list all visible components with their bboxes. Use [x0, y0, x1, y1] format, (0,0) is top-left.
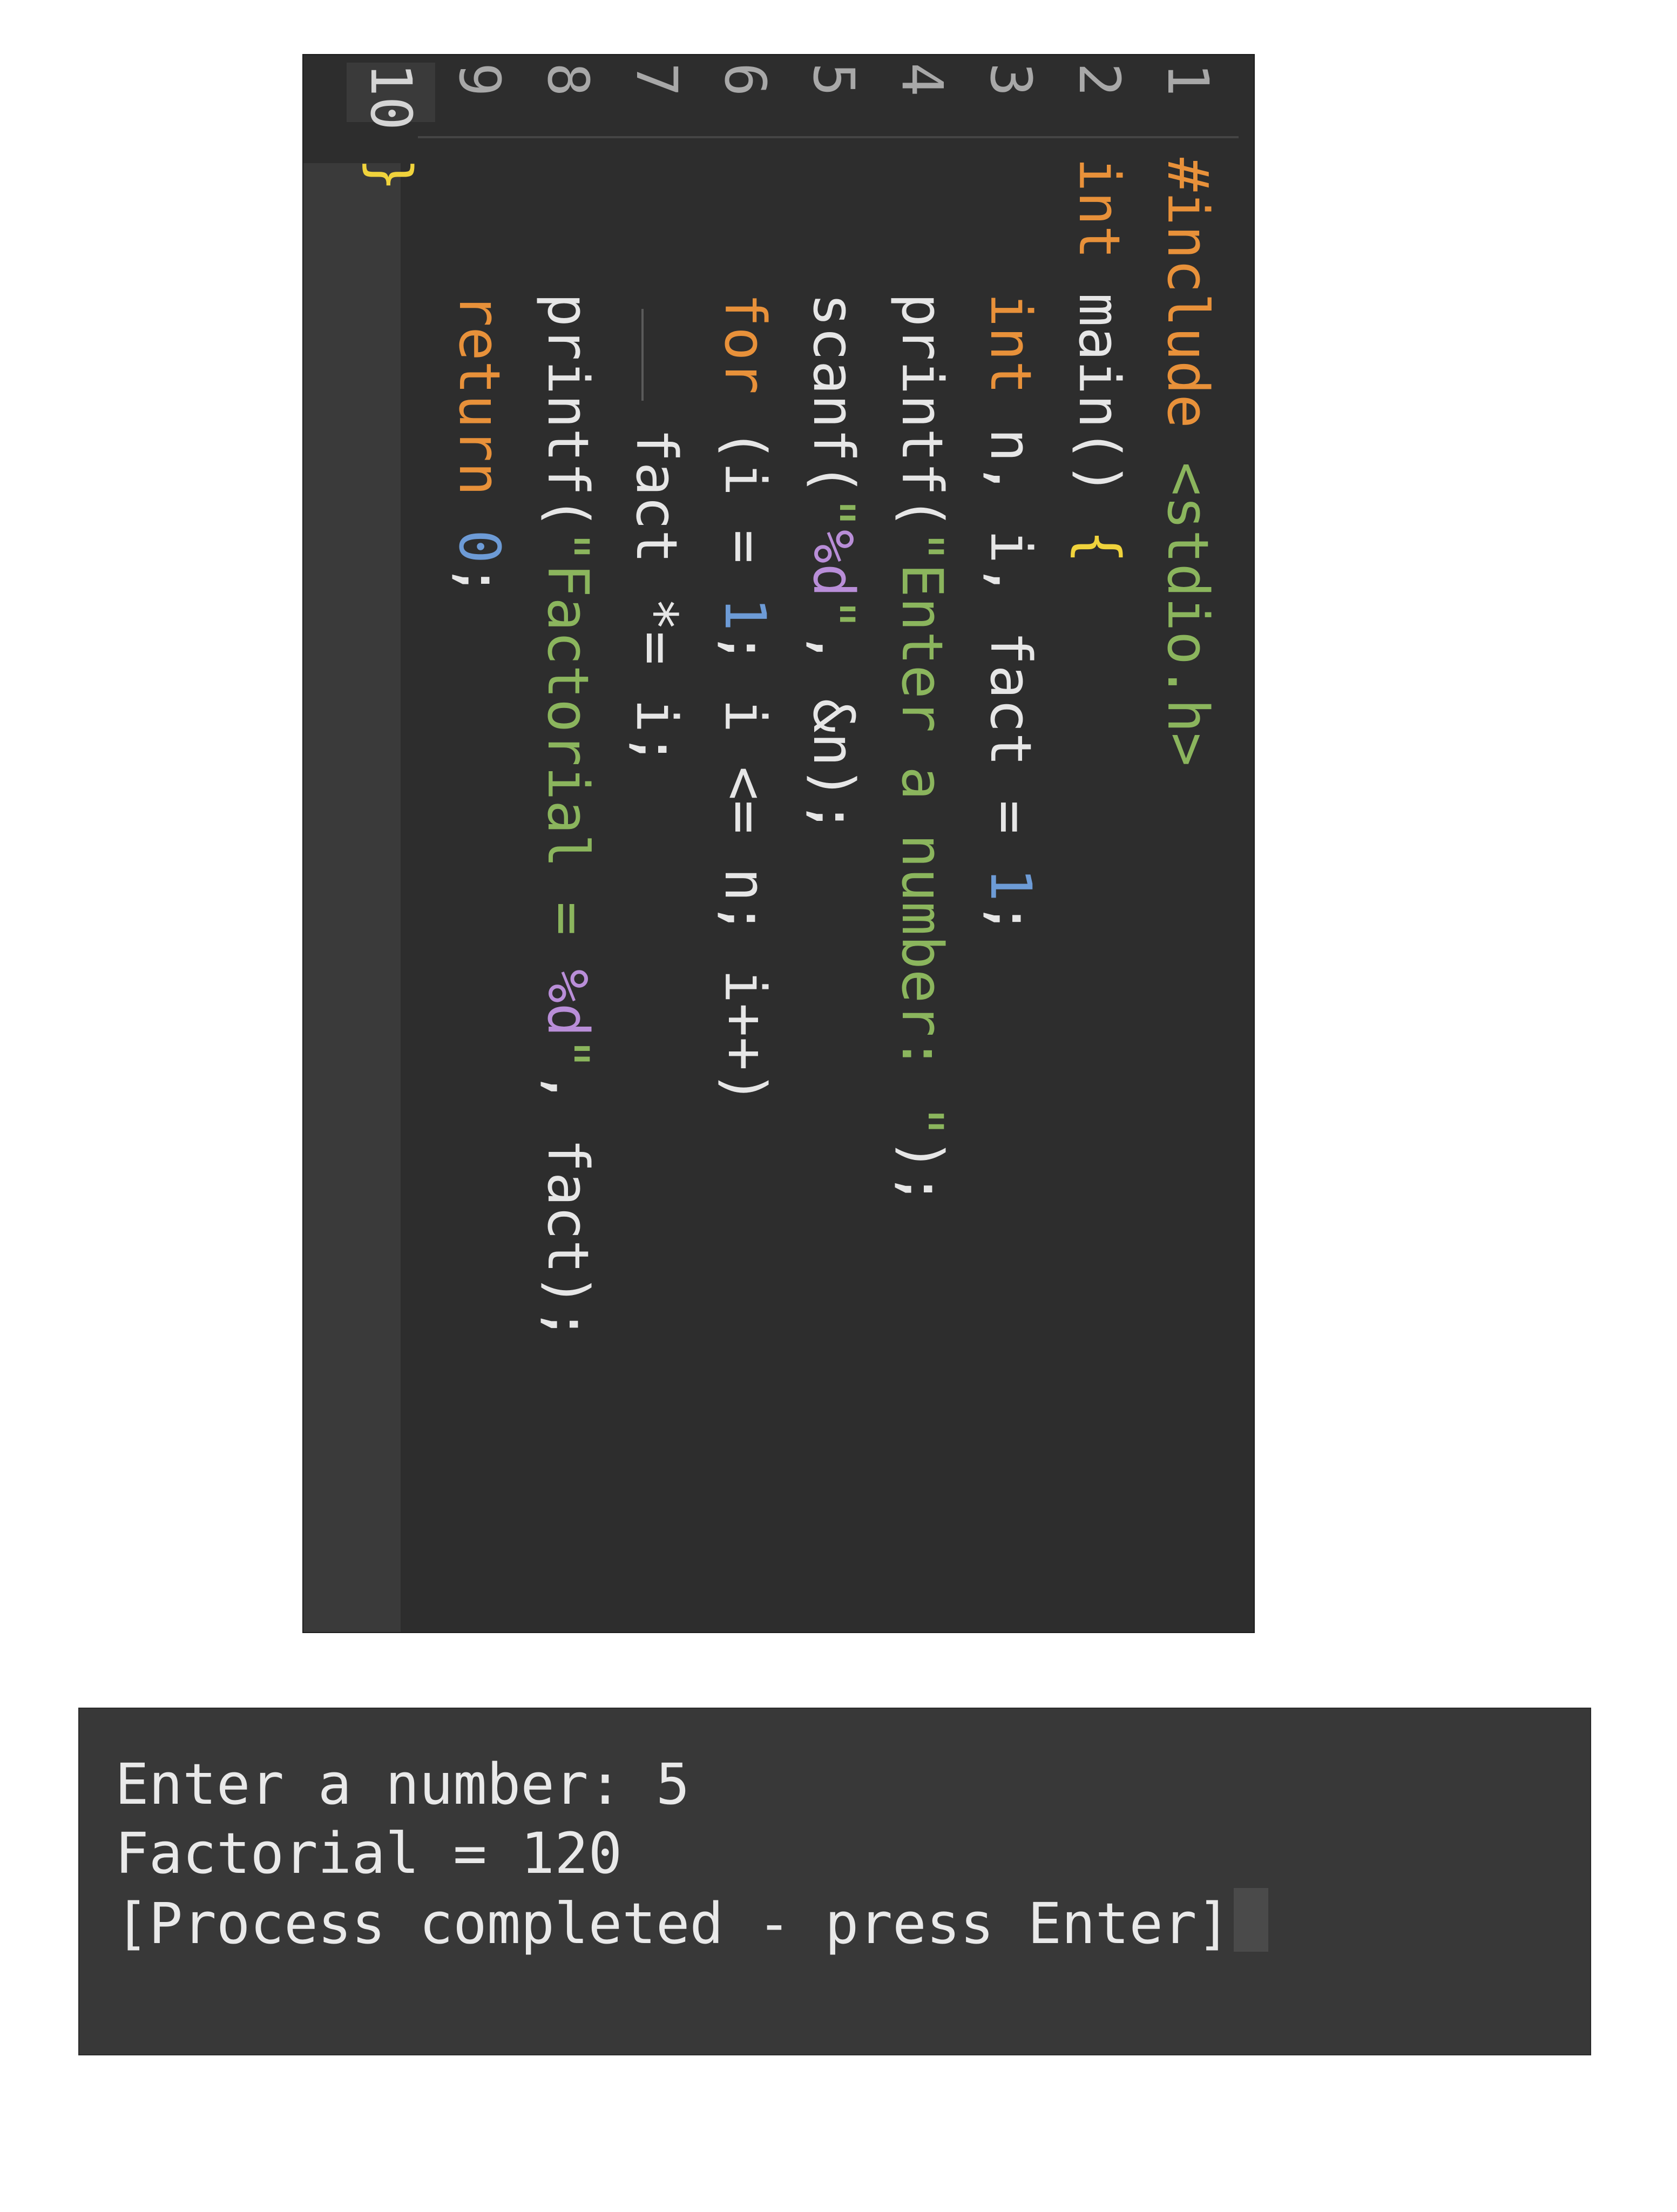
- code-token: ": [801, 496, 867, 530]
- line-number-gutter: 1 2 3 4 5 6 7 8 9 10: [303, 55, 1254, 131]
- code-token: int: [1066, 158, 1132, 293]
- code-token: printf(: [889, 158, 955, 530]
- line-number-active: 10: [347, 63, 435, 130]
- terminal-line-prompt: [Process completed - press Enter]: [115, 1888, 1269, 1958]
- line-number: 1: [1155, 63, 1221, 97]
- code-token: ;: [447, 563, 512, 597]
- code-line-4[interactable]: printf("Enter a number: ");: [878, 158, 966, 1206]
- code-token: int: [978, 158, 1044, 428]
- line-number: 2: [1066, 63, 1132, 97]
- code-line-8[interactable]: printf("Factorial = %d", fact);: [524, 158, 612, 1341]
- line-number: 8: [535, 63, 601, 97]
- code-token: ": [801, 597, 867, 631]
- code-token: return: [447, 158, 512, 530]
- code-token: 1: [978, 867, 1044, 902]
- code-token: ;: [978, 901, 1044, 936]
- code-line-9[interactable]: return 0;: [435, 158, 524, 597]
- code-editor[interactable]: 1 2 3 4 5 6 7 8 9 10 #include <stdio.h> …: [302, 54, 1255, 1633]
- code-line-6[interactable]: for (i = 1; i <= n; i++): [701, 158, 789, 1104]
- terminal-prompt-text: [Process completed - press Enter]: [115, 1891, 1231, 1957]
- code-token: }: [358, 158, 424, 192]
- code-token: );: [889, 1138, 955, 1206]
- line-number: 5: [801, 63, 867, 97]
- code-token: "Factorial =: [535, 529, 601, 969]
- line-number: 9: [447, 63, 512, 97]
- code-token: , &n);: [801, 631, 867, 834]
- code-token: 1: [712, 597, 778, 631]
- terminal-line: Factorial = 120: [115, 1820, 623, 1886]
- code-token: %d: [535, 969, 601, 1037]
- line-number: 4: [889, 63, 955, 97]
- line-number: 6: [712, 63, 778, 97]
- code-token: fact *= i;: [624, 158, 689, 767]
- line-number: 7: [624, 63, 689, 97]
- code-line-7[interactable]: fact *= i;: [612, 158, 701, 766]
- code-token: #include: [1155, 158, 1221, 462]
- code-line-2[interactable]: int main() {: [1055, 158, 1144, 563]
- code-line-5[interactable]: scanf("%d", &n);: [789, 158, 878, 834]
- terminal-cursor[interactable]: [1234, 1888, 1269, 1952]
- code-token: ; i <= n; i++): [712, 631, 778, 1105]
- code-token: main(): [1066, 293, 1132, 530]
- code-token: (i =: [712, 428, 778, 597]
- code-token: <stdio.h>: [1155, 462, 1221, 767]
- code-token: printf(: [535, 158, 601, 530]
- terminal-line: Enter a number: 5: [115, 1751, 690, 1817]
- code-token: 0: [447, 529, 512, 564]
- active-line-highlight: [303, 163, 401, 1632]
- code-token: "Enter a number: ": [889, 529, 955, 1138]
- code-line-10[interactable]: }: [347, 158, 435, 192]
- line-number: 3: [978, 63, 1044, 97]
- code-token: %d: [801, 529, 867, 597]
- editor-content[interactable]: 1 2 3 4 5 6 7 8 9 10 #include <stdio.h> …: [303, 55, 1254, 1632]
- code-token: , fact);: [535, 1070, 601, 1341]
- code-token: ": [535, 1036, 601, 1071]
- code-line-1[interactable]: #include <stdio.h>: [1144, 158, 1232, 766]
- code-token: scanf(: [801, 158, 867, 496]
- terminal-output[interactable]: Enter a number: 5 Factorial = 120 [Proce…: [78, 1708, 1591, 2055]
- code-token: n, i, fact =: [978, 428, 1044, 868]
- code-token: for: [712, 158, 778, 428]
- code-token: {: [1066, 529, 1132, 564]
- gutter-separator: [418, 136, 1239, 138]
- code-line-3[interactable]: int n, i, fact = 1;: [966, 158, 1055, 935]
